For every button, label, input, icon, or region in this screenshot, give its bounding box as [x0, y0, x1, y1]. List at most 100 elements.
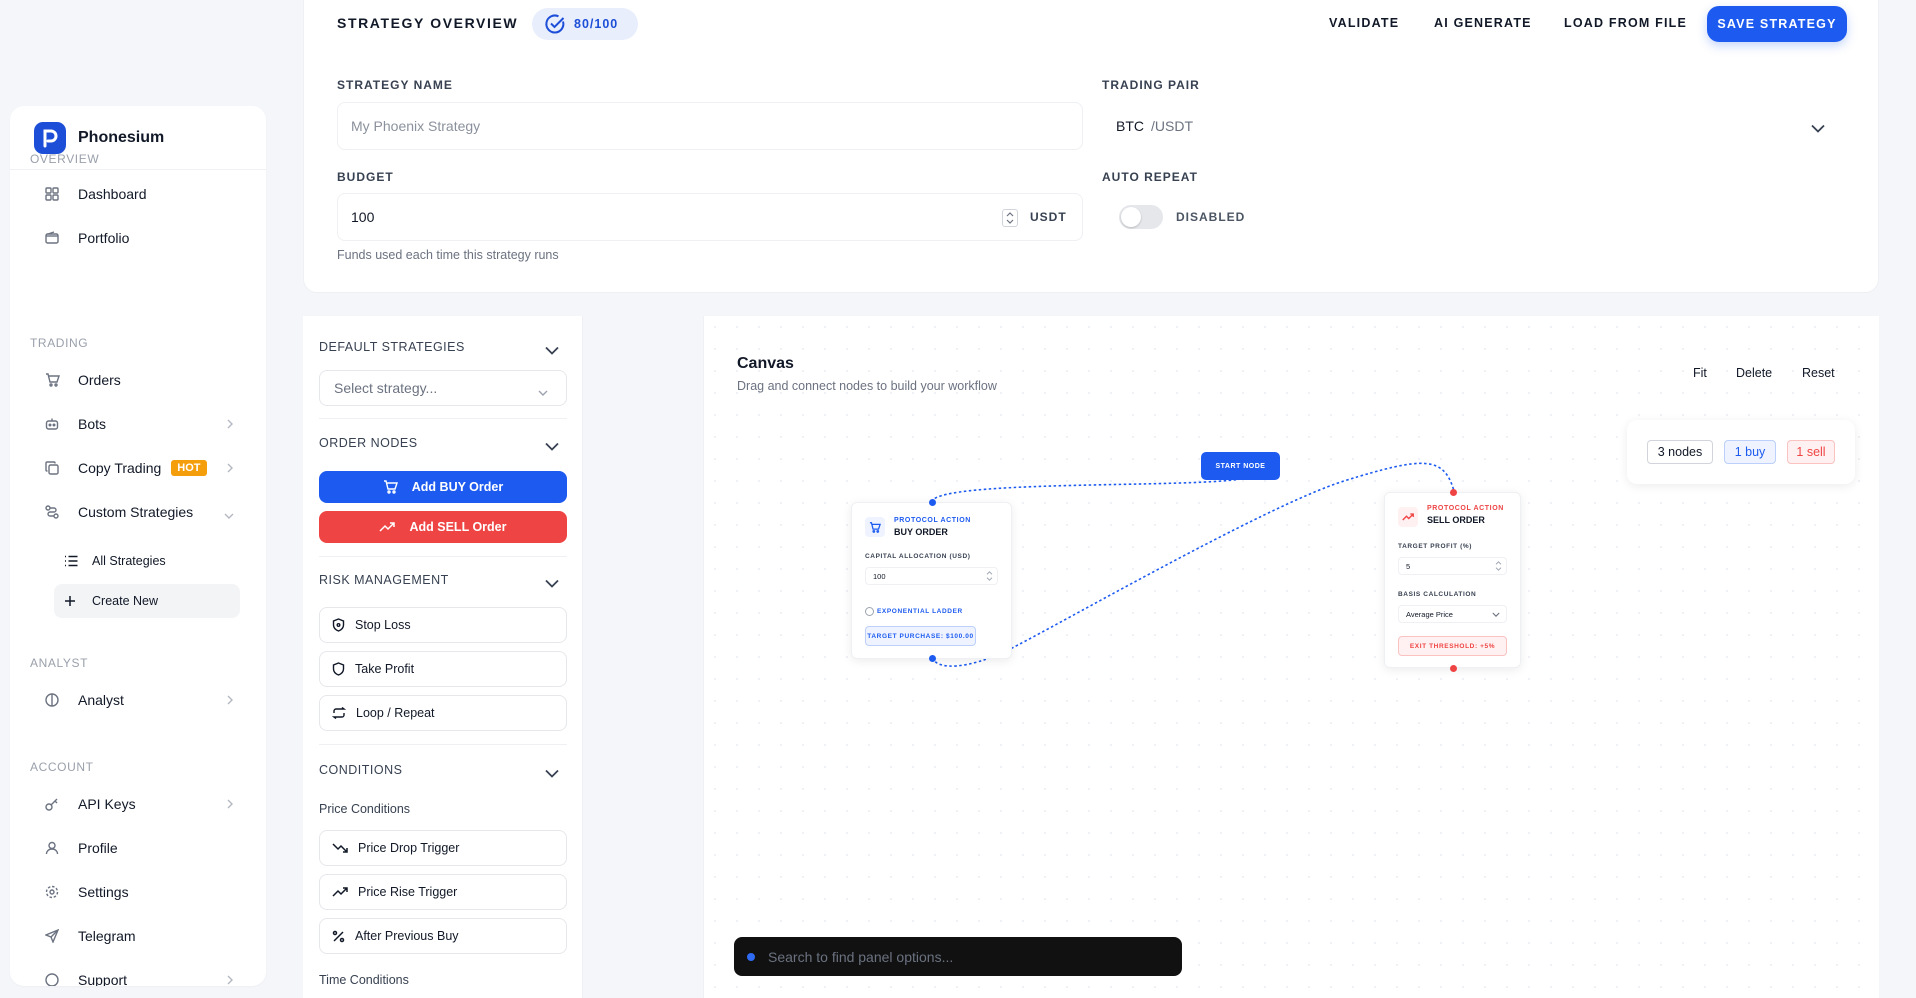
loop-repeat-label: Loop / Repeat	[356, 706, 435, 720]
capital-allocation-input[interactable]: 100	[865, 567, 998, 585]
budget-input[interactable]: 100 USDT	[337, 193, 1083, 241]
hot-badge: HOT	[171, 460, 207, 476]
default-strategies-header[interactable]: DEFAULT STRATEGIES	[319, 340, 465, 354]
trending-up-icon	[1398, 507, 1418, 527]
take-profit-option[interactable]: Take Profit	[319, 651, 567, 687]
sidebar-item-label: Custom Strategies	[78, 504, 194, 520]
conditions-header[interactable]: CONDITIONS	[319, 763, 402, 777]
sidebar-item-profile[interactable]: Profile	[30, 830, 250, 866]
pair-quote: /USDT	[1151, 118, 1193, 134]
sidebar-item-telegram[interactable]: Telegram	[30, 918, 250, 954]
divider	[319, 744, 567, 745]
after-previous-buy-option[interactable]: After Previous Buy	[319, 918, 567, 954]
sidebar-item-label: Dashboard	[78, 186, 147, 202]
section-label-trading: TRADING	[30, 336, 89, 350]
add-sell-label: Add SELL Order	[409, 520, 507, 534]
divider	[319, 556, 567, 557]
exit-threshold-tag: EXIT THRESHOLD: +5%	[1398, 636, 1507, 656]
pair-base: BTC	[1116, 118, 1144, 134]
output-handle[interactable]	[929, 655, 936, 662]
strategy-name-input[interactable]: My Phoenix Strategy	[337, 102, 1083, 150]
save-strategy-button[interactable]: SAVE STRATEGY	[1707, 6, 1847, 42]
check-circle-icon	[545, 14, 565, 34]
input-handle[interactable]	[929, 499, 936, 506]
bot-icon	[42, 414, 62, 434]
price-conditions-label: Price Conditions	[319, 802, 411, 816]
sidebar-item-api-keys[interactable]: API Keys	[30, 786, 250, 822]
cart-icon	[865, 517, 885, 537]
sidebar-item-custom-strategies[interactable]: Custom Strategies	[30, 494, 250, 530]
score-value: 80/100	[574, 17, 619, 31]
chevron-right-icon	[226, 460, 234, 476]
take-profit-label: Take Profit	[355, 662, 415, 676]
score-badge: 80/100	[532, 8, 638, 40]
stepper-icon[interactable]	[1002, 209, 1018, 227]
chevron-down-icon[interactable]	[545, 438, 559, 456]
basis-calculation-select[interactable]: Average Price	[1398, 605, 1507, 623]
chevron-down-icon[interactable]	[545, 342, 559, 360]
sidebar-item-support[interactable]: Support	[30, 962, 250, 986]
sidebar-item-bots[interactable]: Bots	[30, 406, 250, 442]
input-handle[interactable]	[1450, 489, 1457, 496]
panel-search-bar[interactable]: Search to find panel options...	[734, 937, 1182, 976]
stepper-icon[interactable]	[986, 571, 993, 583]
chevron-down-icon[interactable]	[545, 575, 559, 593]
output-handle[interactable]	[1450, 665, 1457, 672]
sidebar-item-label: Profile	[78, 840, 118, 856]
radio-circle-icon[interactable]	[865, 607, 874, 616]
gear-icon	[42, 882, 62, 902]
sidebar-item-portfolio[interactable]: Portfolio	[30, 220, 250, 256]
strategy-select[interactable]: Select strategy...	[319, 370, 567, 406]
auto-repeat-toggle[interactable]	[1119, 205, 1163, 229]
list-icon	[64, 555, 80, 567]
sidebar-item-copy-trading[interactable]: Copy Trading HOT	[30, 450, 250, 486]
add-buy-order-button[interactable]: Add BUY Order	[319, 471, 567, 503]
target-profit-input[interactable]: 5	[1398, 557, 1507, 575]
repeat-icon	[332, 707, 346, 719]
load-from-file-button[interactable]: LOAD FROM FILE	[1564, 16, 1687, 30]
sidebar-item-analyst[interactable]: Analyst	[30, 682, 250, 718]
chevron-down-icon[interactable]	[545, 765, 559, 783]
sidebar-item-label: Support	[78, 972, 128, 986]
exponential-ladder-option[interactable]: EXPONENTIAL LADDER	[865, 607, 963, 616]
budget-label: BUDGET	[337, 170, 394, 184]
add-sell-order-button[interactable]: Add SELL Order	[319, 511, 567, 543]
price-rise-label: Price Rise Trigger	[358, 885, 458, 899]
price-drop-option[interactable]: Price Drop Trigger	[319, 830, 567, 866]
section-label-analyst: ANALYST	[30, 656, 88, 670]
sidebar: Phonesium OVERVIEW Dashboard Portfolio T…	[10, 106, 266, 986]
loop-repeat-option[interactable]: Loop / Repeat	[319, 695, 567, 731]
cart-icon	[383, 480, 398, 494]
sell-node-kicker: PROTOCOL ACTION	[1427, 505, 1504, 512]
sidebar-item-settings[interactable]: Settings	[30, 874, 250, 910]
shield-icon	[332, 662, 345, 676]
stop-loss-label: Stop Loss	[355, 618, 411, 632]
order-nodes-header[interactable]: ORDER NODES	[319, 436, 418, 450]
sell-node-title: SELL ORDER	[1427, 515, 1485, 525]
stepper-icon[interactable]	[1495, 561, 1502, 573]
risk-management-header[interactable]: RISK MANAGEMENT	[319, 573, 449, 587]
sidebar-item-orders[interactable]: Orders	[30, 362, 250, 398]
route-icon	[42, 502, 62, 522]
sidebar-subitem-all-strategies[interactable]: All Strategies	[54, 544, 240, 578]
ai-generate-button[interactable]: AI GENERATE	[1434, 16, 1532, 30]
stop-loss-option[interactable]: Stop Loss	[319, 607, 567, 643]
chevron-right-icon	[226, 416, 234, 432]
budget-unit: USDT	[1030, 210, 1067, 224]
brand-logo-icon	[34, 121, 66, 154]
validate-button[interactable]: VALIDATE	[1329, 16, 1399, 30]
start-node[interactable]: START NODE	[1201, 452, 1280, 480]
add-buy-label: Add BUY Order	[411, 480, 504, 494]
workflow-canvas[interactable]: Canvas Drag and connect nodes to build y…	[703, 316, 1879, 998]
trading-pair-select[interactable]: BTC /USDT	[1102, 102, 1850, 150]
price-rise-option[interactable]: Price Rise Trigger	[319, 874, 567, 910]
sell-order-node[interactable]: PROTOCOL ACTION SELL ORDER TARGET PROFIT…	[1384, 489, 1521, 672]
cart-icon	[42, 370, 62, 390]
sidebar-subitem-create-new[interactable]: Create New	[54, 584, 240, 618]
analyst-icon	[42, 690, 62, 710]
send-icon	[42, 926, 62, 946]
buy-order-node[interactable]: PROTOCOL ACTION BUY ORDER CAPITAL ALLOCA…	[851, 499, 1012, 662]
section-label-account: ACCOUNT	[30, 760, 94, 774]
chevron-down-icon	[1492, 611, 1500, 620]
sidebar-item-dashboard[interactable]: Dashboard	[30, 176, 250, 212]
